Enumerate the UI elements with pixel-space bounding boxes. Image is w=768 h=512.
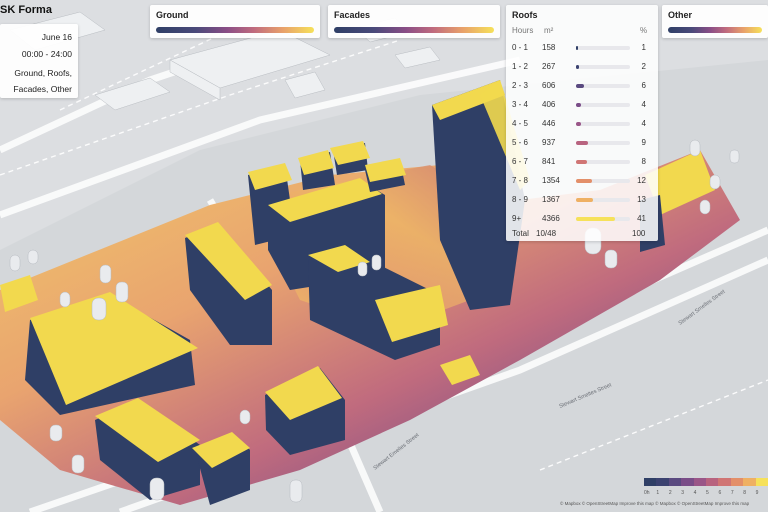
row-area: 1354 xyxy=(542,176,560,185)
row-pct: 8 xyxy=(641,157,646,166)
row-bar-fill xyxy=(576,84,584,88)
roofs-title: Roofs xyxy=(512,10,538,20)
legend-title: Facades xyxy=(334,10,371,20)
row-pct: 13 xyxy=(637,195,646,204)
legend-other[interactable]: Other xyxy=(662,5,768,38)
scale-label: 2 xyxy=(668,490,672,496)
row-pct: 6 xyxy=(641,81,646,90)
row-bar-fill xyxy=(576,141,588,145)
scale-swatch xyxy=(755,478,768,486)
analysis-time-range: 00:00 - 24:00 xyxy=(21,49,72,59)
row-pct: 2 xyxy=(641,62,646,71)
row-hours: 5 - 6 xyxy=(512,138,529,147)
row-area: 406 xyxy=(542,100,556,109)
row-bar xyxy=(576,160,630,164)
scale-swatch xyxy=(668,478,682,486)
app-brand[interactable]: SK Forma xyxy=(0,4,52,16)
row-bar-fill xyxy=(576,46,579,50)
analysis-surfaces: Ground, Roofs, xyxy=(14,68,72,78)
row-area: 606 xyxy=(542,81,556,90)
row-bar xyxy=(576,65,630,69)
scale-swatch xyxy=(656,478,669,486)
row-area: 1367 xyxy=(542,195,560,204)
row-bar-fill xyxy=(576,65,580,69)
row-hours: 4 - 5 xyxy=(512,119,529,128)
row-hours: 6 - 7 xyxy=(512,157,529,166)
col-area-header: m² xyxy=(544,26,554,35)
row-bar-fill xyxy=(576,122,582,126)
legend-gradient xyxy=(156,27,314,33)
scale-swatch xyxy=(743,478,756,486)
row-hours: 3 - 4 xyxy=(512,100,529,109)
legend-title: Other xyxy=(668,10,693,20)
row-bar xyxy=(576,122,630,126)
row-area: 841 xyxy=(542,157,556,166)
row-area: 4366 xyxy=(542,214,560,223)
row-bar-fill xyxy=(576,160,587,164)
scale-label: 1 xyxy=(656,490,660,496)
analysis-surfaces: Facades, Other xyxy=(13,84,72,94)
legend-gradient xyxy=(334,27,494,33)
scale-swatch xyxy=(644,478,657,486)
analysis-date: June 16 xyxy=(41,32,72,42)
row-bar-fill xyxy=(576,179,593,183)
scale-label: 4 xyxy=(693,490,697,496)
total-area: 10/48 xyxy=(536,229,557,238)
row-bar xyxy=(576,141,630,145)
scale-swatch xyxy=(718,478,731,486)
scale-swatch xyxy=(693,478,707,486)
scale-label: 8 xyxy=(743,490,747,496)
row-area: 267 xyxy=(542,62,556,71)
row-hours: 1 - 2 xyxy=(512,62,529,71)
row-bar-fill xyxy=(576,198,594,202)
row-area: 446 xyxy=(542,119,556,128)
total-pct: 100 xyxy=(632,229,646,238)
map-attribution[interactable]: © Mapbox © OpenStreetMap Improve this ma… xyxy=(560,501,768,506)
legend-title: Ground xyxy=(156,10,189,20)
row-hours: 2 - 3 xyxy=(512,81,529,90)
hours-scale-labels: 0h 1 2 3 4 5 6 7 8 9 xyxy=(644,490,768,498)
roofs-stats-panel[interactable]: Roofs Hours m² % 0 - 1 158 1 1 - 2 267 2 2 - 3… xyxy=(506,5,658,241)
row-area: 158 xyxy=(542,43,556,52)
scale-label: 5 xyxy=(706,490,709,496)
row-bar xyxy=(576,84,630,88)
row-bar xyxy=(576,217,630,221)
row-hours: 7 - 8 xyxy=(512,176,529,185)
row-pct: 4 xyxy=(641,100,646,109)
scale-label: 7 xyxy=(730,490,734,496)
total-label: Total xyxy=(512,229,529,238)
scale-label: 3 xyxy=(681,490,684,496)
scale-swatch xyxy=(730,478,744,486)
legend-ground[interactable]: Ground xyxy=(150,5,320,38)
analysis-info-panel: June 16 00:00 - 24:00 Ground, Roofs, Fac… xyxy=(0,24,78,98)
row-pct: 9 xyxy=(641,138,646,147)
hours-color-scale xyxy=(644,478,768,486)
scale-swatch xyxy=(681,478,694,486)
legend-facades[interactable]: Facades xyxy=(328,5,500,38)
row-pct: 41 xyxy=(637,214,646,223)
row-bar-fill xyxy=(576,217,615,221)
row-bar xyxy=(576,103,630,107)
row-bar xyxy=(576,179,630,183)
row-pct: 4 xyxy=(641,119,646,128)
scale-label: 9 xyxy=(755,490,759,496)
row-hours: 0 - 1 xyxy=(512,43,529,52)
col-pct-header: % xyxy=(640,26,648,35)
row-area: 937 xyxy=(542,138,556,147)
row-bar xyxy=(576,46,630,50)
row-hours: 8 - 9 xyxy=(512,195,529,204)
row-pct: 1 xyxy=(641,43,646,52)
row-pct: 12 xyxy=(637,176,646,185)
col-hours-header: Hours xyxy=(512,26,534,35)
legend-gradient xyxy=(668,27,762,33)
scale-label: 6 xyxy=(718,490,722,496)
scale-swatch xyxy=(706,478,719,486)
row-bar xyxy=(576,198,630,202)
scale-label: 0h xyxy=(644,490,650,496)
row-hours: 9+ xyxy=(512,214,522,223)
row-bar-fill xyxy=(576,103,582,107)
